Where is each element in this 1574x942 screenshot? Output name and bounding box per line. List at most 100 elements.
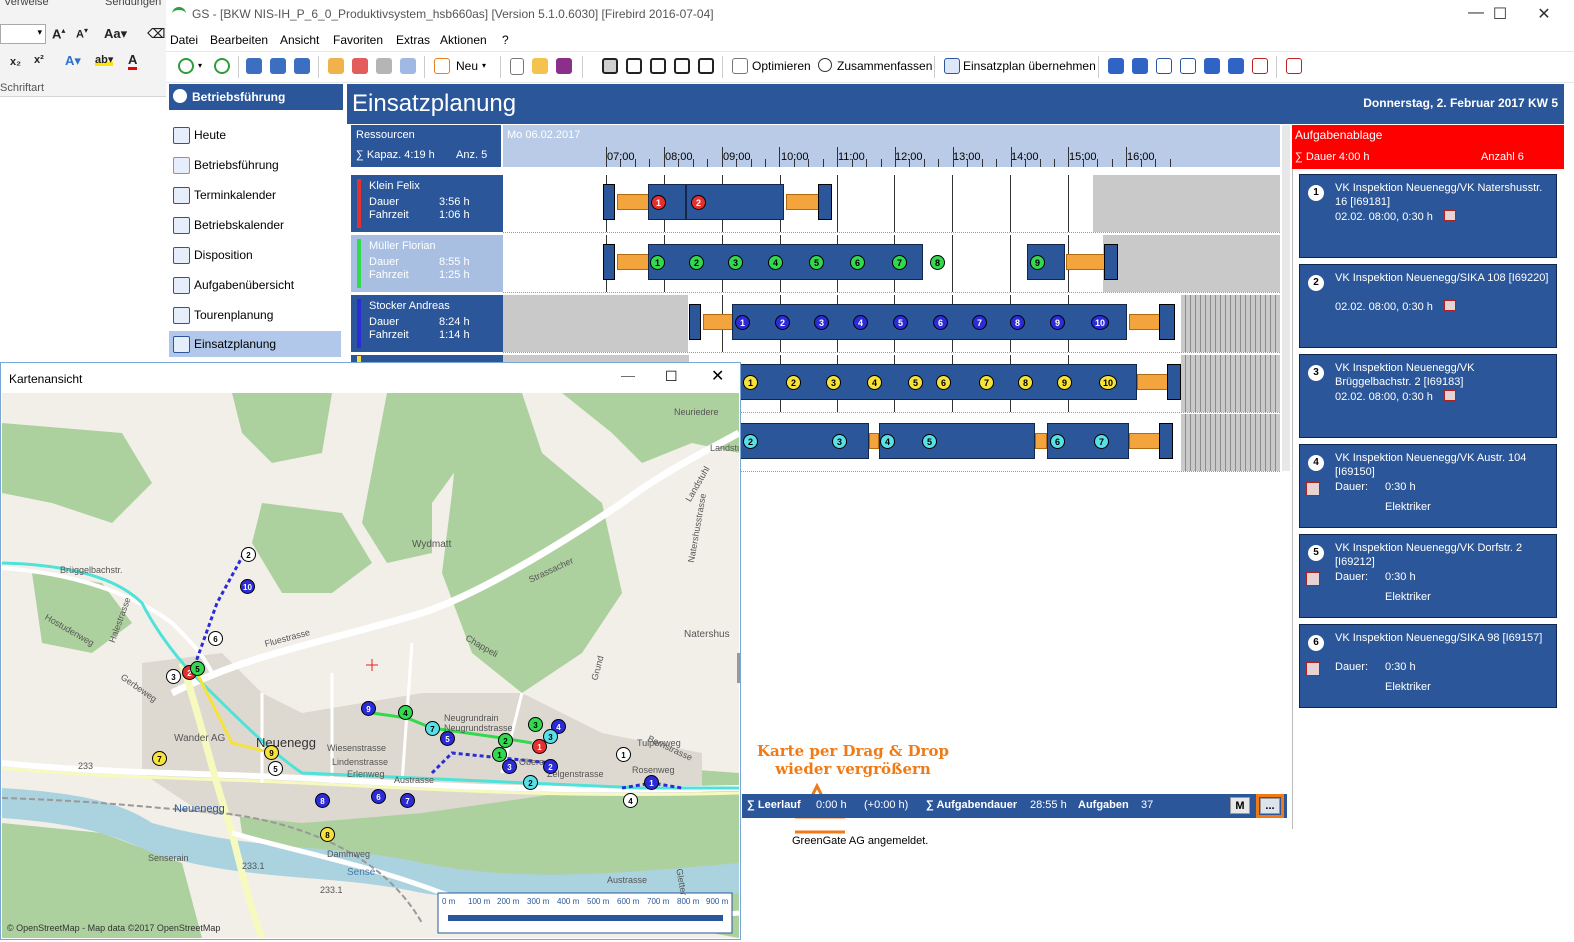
merge-button[interactable]: Zusammenfassen bbox=[837, 59, 932, 73]
calendar-day-icon[interactable] bbox=[1180, 58, 1196, 74]
resource-row-stocker-andreas[interactable]: Stocker Andreas Dauer 8:24 h Fahrzeit 1:… bbox=[351, 295, 503, 352]
menu-extras[interactable]: Extras bbox=[396, 33, 430, 47]
map-marker[interactable]: 3 bbox=[502, 759, 517, 774]
new-dropdown-icon[interactable]: ▾ bbox=[482, 61, 486, 70]
text-effects-icon[interactable]: A▾ bbox=[65, 53, 81, 69]
sidebar-item-aufgabenuebersicht[interactable]: Aufgabenübersicht bbox=[169, 272, 341, 298]
task-bar[interactable] bbox=[732, 304, 1127, 340]
task-card[interactable]: 3 VK Inspektion Neuenegg/VK Brüggelbachs… bbox=[1299, 354, 1557, 438]
view-1-day-icon[interactable] bbox=[602, 58, 618, 74]
more-button[interactable]: ... bbox=[1260, 798, 1280, 814]
menu-datei[interactable]: Datei bbox=[170, 33, 198, 47]
task-bar[interactable] bbox=[879, 423, 1035, 459]
map-marker[interactable]: 5 bbox=[190, 661, 205, 676]
task-bar[interactable] bbox=[739, 423, 869, 459]
task-card[interactable]: 2 VK Inspektion Neuenegg/SIKA 108 [I6922… bbox=[1299, 264, 1557, 348]
map-canvas[interactable]: Neuriedere Landstuhl Landstuhl Wydmatt S… bbox=[2, 393, 739, 938]
map-marker[interactable]: 1 bbox=[644, 775, 659, 790]
view-3-days-icon[interactable] bbox=[650, 58, 666, 74]
view-7-days-icon[interactable] bbox=[698, 58, 714, 74]
sidebar-item-disposition[interactable]: Disposition bbox=[169, 242, 341, 268]
map-marker[interactable]: 4 bbox=[398, 705, 413, 720]
clock-icon[interactable] bbox=[818, 58, 832, 72]
save-icon[interactable] bbox=[556, 58, 572, 74]
menu-help[interactable]: ? bbox=[502, 33, 509, 47]
resource-row-klein-felix[interactable]: Klein Felix Dauer 3:56 h Fahrzeit 1:06 h bbox=[351, 175, 503, 232]
minimize-icon[interactable]: — bbox=[621, 367, 635, 383]
word-tab-sendungen[interactable]: Sendungen bbox=[105, 0, 161, 8]
settings-gear-icon[interactable] bbox=[376, 58, 392, 74]
map-marker[interactable]: 7 bbox=[400, 793, 415, 808]
forward-icon[interactable] bbox=[214, 58, 230, 74]
view-5-days-icon[interactable] bbox=[674, 58, 690, 74]
m-button[interactable]: M bbox=[1230, 797, 1250, 814]
subscript-icon[interactable]: x₂ bbox=[10, 56, 21, 68]
map-marker[interactable]: 6 bbox=[371, 789, 386, 804]
shift-end-marker[interactable] bbox=[1104, 244, 1118, 280]
user-search-icon[interactable] bbox=[246, 58, 262, 74]
close-icon[interactable]: ✕ bbox=[711, 366, 724, 386]
menu-favoriten[interactable]: Favoriten bbox=[333, 33, 383, 47]
adopt-plan-button[interactable]: Einsatzplan übernehmen bbox=[963, 59, 1096, 73]
menu-ansicht[interactable]: Ansicht bbox=[280, 33, 319, 47]
change-case-icon[interactable]: Aa▾ bbox=[104, 26, 127, 42]
font-size-combo[interactable]: ▾ bbox=[0, 24, 46, 44]
new-button[interactable]: Neu bbox=[456, 59, 478, 73]
map-marker[interactable]: 10 bbox=[240, 579, 255, 594]
last-page-icon[interactable] bbox=[1228, 58, 1244, 74]
shift-start-marker[interactable] bbox=[689, 304, 701, 340]
first-page-icon[interactable] bbox=[1108, 58, 1124, 74]
map-marker[interactable]: 6 bbox=[208, 631, 223, 646]
optimize-button[interactable]: Optimieren bbox=[752, 59, 811, 73]
shift-end-marker[interactable] bbox=[818, 184, 832, 220]
word-tab-verweise[interactable]: Verweise bbox=[4, 0, 49, 8]
map-marker[interactable]: 4 bbox=[623, 793, 638, 808]
superscript-icon[interactable]: x² bbox=[34, 54, 44, 66]
menu-bearbeiten[interactable]: Bearbeiten bbox=[210, 33, 268, 47]
shift-start-marker[interactable] bbox=[603, 244, 615, 280]
map-marker[interactable]: 8 bbox=[320, 827, 335, 842]
back-dropdown-icon[interactable]: ▾ bbox=[198, 61, 202, 70]
map-marker[interactable]: 1 bbox=[616, 747, 631, 762]
font-color-icon[interactable]: A bbox=[128, 53, 138, 70]
adopt-plan-icon[interactable] bbox=[944, 58, 960, 74]
open-folder-icon[interactable] bbox=[532, 58, 548, 74]
map-marker[interactable]: 5 bbox=[268, 761, 283, 776]
maximize-icon[interactable]: ☐ bbox=[1480, 4, 1520, 24]
map-marker[interactable]: 2 bbox=[498, 733, 513, 748]
gantt-scrollbar[interactable] bbox=[1282, 125, 1290, 471]
task-card[interactable]: 1 VK Inspektion Neuenegg/VK Natershusstr… bbox=[1299, 174, 1557, 258]
sidebar-item-betriebskalender[interactable]: Betriebskalender bbox=[169, 212, 341, 238]
calendar-week-icon[interactable] bbox=[1156, 58, 1172, 74]
optimize-icon[interactable] bbox=[732, 58, 748, 74]
map-marker[interactable]: 9 bbox=[361, 701, 376, 716]
next-icon[interactable] bbox=[1204, 58, 1220, 74]
user-remove-icon[interactable] bbox=[270, 58, 286, 74]
calendar-remove-icon[interactable] bbox=[1252, 58, 1268, 74]
gantt-row[interactable]: 1 2 3 4 5 6 7 8 9 10 bbox=[503, 295, 1280, 353]
checklist-icon[interactable] bbox=[434, 58, 450, 74]
gantt-row[interactable]: 1 2 3 4 5 6 7 8 9 bbox=[503, 235, 1280, 293]
maximize-icon[interactable]: ☐ bbox=[665, 368, 678, 385]
map-marker[interactable]: 8 bbox=[315, 793, 330, 808]
map-marker[interactable]: 5 bbox=[440, 731, 455, 746]
clear-format-icon[interactable]: ⌫ bbox=[147, 26, 165, 42]
map-marker[interactable]: 3 bbox=[528, 717, 543, 732]
map-marker[interactable]: 2 bbox=[543, 759, 558, 774]
map-marker[interactable]: 2 bbox=[523, 775, 538, 790]
map-marker[interactable]: 9 bbox=[264, 745, 279, 760]
task-card[interactable]: 4 VK Inspektion Neuenegg/VK Austr. 104 [… bbox=[1299, 444, 1557, 528]
map-marker[interactable]: 1 bbox=[532, 739, 547, 754]
shift-end-marker[interactable] bbox=[1159, 423, 1173, 459]
map-marker[interactable]: 3 bbox=[166, 669, 181, 684]
sidebar-item-einsatzplanung[interactable]: Einsatzplanung bbox=[169, 331, 341, 357]
menu-aktionen[interactable]: Aktionen bbox=[440, 33, 487, 47]
sidebar-item-heute[interactable]: Heute bbox=[169, 122, 341, 148]
shift-end-marker[interactable] bbox=[1167, 364, 1181, 400]
grow-font-icon[interactable]: A▴ bbox=[52, 26, 65, 41]
new-document-icon[interactable] bbox=[510, 58, 524, 75]
back-icon[interactable] bbox=[178, 58, 194, 74]
user-group-icon[interactable] bbox=[294, 58, 310, 74]
message-icon[interactable] bbox=[400, 58, 416, 74]
shift-start-marker[interactable] bbox=[603, 184, 615, 220]
